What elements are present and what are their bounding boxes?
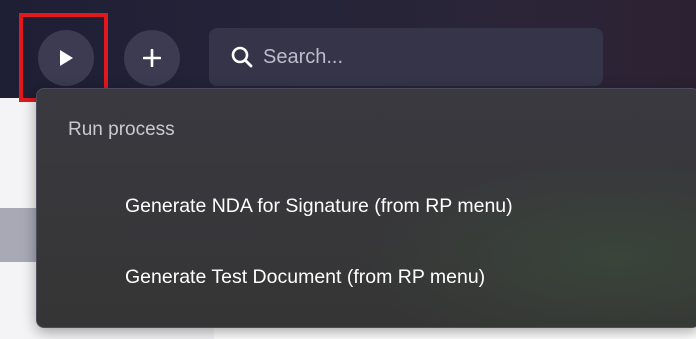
- run-process-menu: Run process Generate NDA for Signature (…: [36, 88, 696, 328]
- play-icon: [59, 50, 73, 66]
- menu-heading: Run process: [68, 119, 175, 140]
- menu-item-generate-test-document[interactable]: Generate Test Document (from RP menu): [37, 252, 696, 302]
- run-process-button[interactable]: [38, 30, 94, 86]
- app-window: Run process Generate NDA for Signature (…: [0, 0, 696, 339]
- plus-icon: [143, 49, 161, 67]
- search-input[interactable]: [263, 45, 583, 69]
- menu-item-generate-nda[interactable]: Generate NDA for Signature (from RP menu…: [37, 181, 696, 231]
- search-bar[interactable]: [209, 28, 603, 86]
- search-icon: [231, 46, 253, 68]
- add-button[interactable]: [124, 30, 180, 86]
